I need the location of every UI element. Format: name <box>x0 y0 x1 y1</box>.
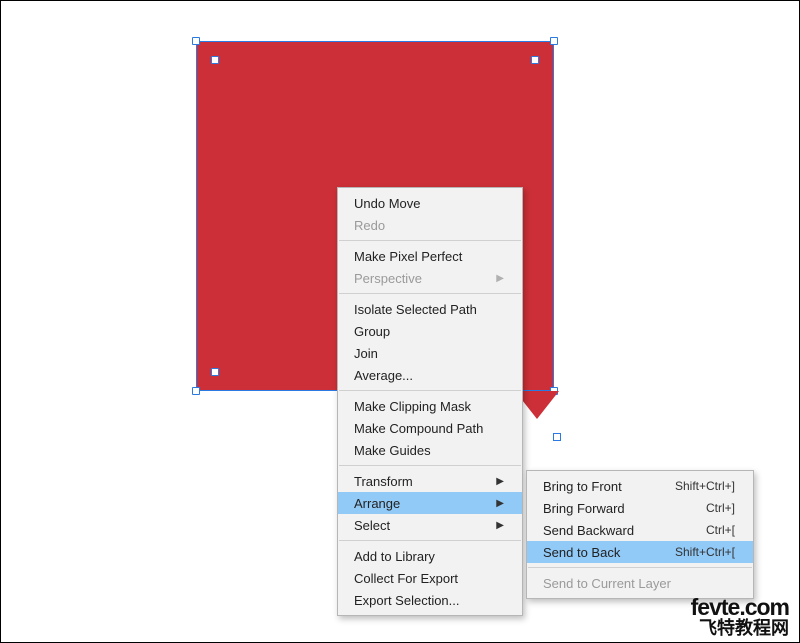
watermark-domain: fevte.com <box>691 595 789 619</box>
menu-make-guides[interactable]: Make Guides <box>338 439 522 461</box>
menu-label: Send to Current Layer <box>543 576 671 591</box>
submenu-bring-forward[interactable]: Bring Forward Ctrl+] <box>527 497 753 519</box>
menu-label: Send Backward <box>543 523 634 538</box>
submenu-send-back[interactable]: Send to Back Shift+Ctrl+[ <box>527 541 753 563</box>
menu-separator <box>339 293 521 294</box>
anchor-point <box>531 56 539 64</box>
menu-label: Make Compound Path <box>354 421 483 436</box>
menu-label: Average... <box>354 368 413 383</box>
menu-label: Make Guides <box>354 443 431 458</box>
menu-label: Group <box>354 324 390 339</box>
menu-label: Send to Back <box>543 545 620 560</box>
submenu-arrow-icon: ▶ <box>496 476 504 487</box>
selection-handle-tl <box>192 37 200 45</box>
submenu-send-backward[interactable]: Send Backward Ctrl+[ <box>527 519 753 541</box>
menu-separator <box>339 240 521 241</box>
watermark-zh: 飞特教程网 <box>691 619 789 638</box>
anchor-point <box>211 368 219 376</box>
menu-shortcut: Ctrl+[ <box>706 523 735 537</box>
menu-add-library[interactable]: Add to Library <box>338 545 522 567</box>
context-menu: Undo Move Redo Make Pixel Perfect Perspe… <box>337 187 523 616</box>
submenu-arrow-icon: ▶ <box>496 520 504 531</box>
menu-label: Make Pixel Perfect <box>354 249 462 264</box>
menu-compound-path[interactable]: Make Compound Path <box>338 417 522 439</box>
arrange-submenu: Bring to Front Shift+Ctrl+] Bring Forwar… <box>526 470 754 599</box>
menu-label: Export Selection... <box>354 593 460 608</box>
menu-perspective: Perspective ▶ <box>338 267 522 289</box>
menu-join[interactable]: Join <box>338 342 522 364</box>
menu-label: Isolate Selected Path <box>354 302 477 317</box>
menu-average[interactable]: Average... <box>338 364 522 386</box>
canvas-area[interactable]: Undo Move Redo Make Pixel Perfect Perspe… <box>1 1 799 642</box>
watermark: fevte.com 飞特教程网 <box>691 595 789 638</box>
menu-shortcut: Ctrl+] <box>706 501 735 515</box>
selection-handle-tr <box>550 37 558 45</box>
anchor-point <box>211 56 219 64</box>
selection-handle-bl <box>192 387 200 395</box>
menu-label: Join <box>354 346 378 361</box>
menu-group[interactable]: Group <box>338 320 522 342</box>
menu-undo[interactable]: Undo Move <box>338 192 522 214</box>
submenu-arrow-icon: ▶ <box>496 273 504 284</box>
menu-label: Add to Library <box>354 549 435 564</box>
menu-label: Redo <box>354 218 385 233</box>
menu-separator <box>339 540 521 541</box>
menu-label: Select <box>354 518 390 533</box>
menu-label: Collect For Export <box>354 571 458 586</box>
menu-separator <box>339 390 521 391</box>
menu-label: Arrange <box>354 496 400 511</box>
menu-isolate[interactable]: Isolate Selected Path <box>338 298 522 320</box>
menu-label: Undo Move <box>354 196 420 211</box>
menu-label: Bring to Front <box>543 479 622 494</box>
menu-pixel-perfect[interactable]: Make Pixel Perfect <box>338 245 522 267</box>
menu-clipping-mask[interactable]: Make Clipping Mask <box>338 395 522 417</box>
menu-transform[interactable]: Transform ▶ <box>338 470 522 492</box>
menu-label: Transform <box>354 474 413 489</box>
submenu-bring-front[interactable]: Bring to Front Shift+Ctrl+] <box>527 475 753 497</box>
menu-select[interactable]: Select ▶ <box>338 514 522 536</box>
menu-redo: Redo <box>338 214 522 236</box>
menu-arrange[interactable]: Arrange ▶ <box>338 492 522 514</box>
menu-label: Make Clipping Mask <box>354 399 471 414</box>
menu-shortcut: Shift+Ctrl+] <box>675 479 735 493</box>
menu-collect-export[interactable]: Collect For Export <box>338 567 522 589</box>
menu-shortcut: Shift+Ctrl+[ <box>675 545 735 559</box>
menu-label: Bring Forward <box>543 501 625 516</box>
menu-separator <box>528 567 752 568</box>
menu-separator <box>339 465 521 466</box>
submenu-arrow-icon: ▶ <box>496 498 504 509</box>
menu-export-selection[interactable]: Export Selection... <box>338 589 522 611</box>
anchor-point <box>553 433 561 441</box>
menu-label: Perspective <box>354 271 422 286</box>
submenu-send-current-layer: Send to Current Layer <box>527 572 753 594</box>
